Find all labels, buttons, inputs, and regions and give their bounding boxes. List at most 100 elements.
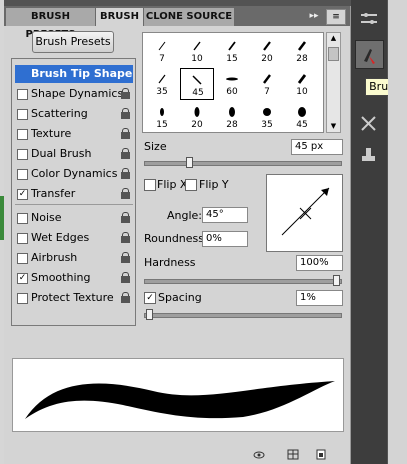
brush-option-wet-edges[interactable]: Wet Edges [15,229,133,247]
flip-y-checkbox[interactable] [185,179,197,191]
option-label: Texture [31,127,72,140]
brush-option-dual-brush[interactable]: Dual Brush [15,145,133,163]
brush-tip-size: 15 [156,120,168,130]
option-checkbox[interactable] [17,129,28,140]
brush-option-texture[interactable]: Texture [15,125,133,143]
tab-brush[interactable]: BRUSH [96,8,143,26]
brush-tip-cell[interactable]: 45 [285,101,319,133]
brush-panel-icon[interactable] [355,40,384,69]
scroll-thumb[interactable] [328,47,339,61]
spacing-slider-knob[interactable] [145,309,153,320]
panel-menu-icon[interactable]: ≡ [326,9,346,25]
angle-crosshair-icon[interactable] [267,175,342,251]
option-checkbox[interactable] [17,233,28,244]
brush-option-protect-texture[interactable]: Protect Texture [15,289,133,307]
lock-icon[interactable] [121,148,130,159]
new-preset-icon[interactable] [315,449,327,460]
options-divider [15,204,133,205]
brush-tip-cell[interactable]: 35 [145,68,179,100]
lock-icon[interactable] [121,232,130,243]
brush-tip-size: 20 [191,120,203,130]
spacing-field[interactable]: 1% [296,290,343,306]
hardness-label: Hardness [144,256,196,269]
option-checkbox[interactable] [17,169,28,180]
option-label: Dual Brush [31,147,92,160]
lock-icon[interactable] [121,212,130,223]
grid-icon[interactable] [287,449,299,460]
brush-option-color-dynamics[interactable]: Color Dynamics [15,165,133,183]
flip-y-label: Flip Y [199,178,229,191]
lock-icon[interactable] [121,128,130,139]
brush-option-shape-dynamics[interactable]: Shape Dynamics [15,85,133,103]
option-label: Smoothing [31,271,91,284]
lock-icon[interactable] [121,188,130,199]
size-label: Size [144,140,167,153]
option-label: Wet Edges [31,231,90,244]
option-checkbox[interactable] [17,149,28,160]
brush-tip-cell[interactable]: 28 [285,35,319,67]
roundness-field[interactable]: 0% [202,231,248,247]
option-checkbox[interactable] [17,109,28,120]
brush-option-transfer[interactable]: ✓ Transfer [15,185,133,203]
lock-icon[interactable] [121,252,130,263]
brush-option-brush-tip-shape[interactable]: Brush Tip Shape [15,65,133,83]
hardness-slider-knob[interactable] [333,275,340,286]
size-slider-knob[interactable] [185,157,193,168]
angle-field[interactable]: 45° [202,207,248,223]
angle-roundness-widget[interactable] [266,174,343,252]
brush-tip-size: 7 [159,54,165,64]
spacing-slider[interactable] [144,313,342,318]
collapse-icon[interactable]: ▸▸ [306,9,322,23]
spacing-checkbox[interactable]: ✓ [144,292,156,304]
option-checkbox[interactable] [17,293,28,304]
brush-tip-size: 20 [261,54,273,64]
brush-option-smoothing[interactable]: ✓ Smoothing [15,269,133,287]
brush-tip-cell[interactable]: 10 [285,68,319,100]
brush-option-scattering[interactable]: Scattering [15,105,133,123]
stroke-preview-graphic [25,381,335,419]
brush-tip-cell[interactable]: 28 [215,101,249,133]
brush-tip-cell[interactable]: 35 [250,101,284,133]
option-checkbox[interactable]: ✓ [17,189,28,200]
flip-x-checkbox[interactable] [144,179,156,191]
brush-tip-cell[interactable]: 7 [145,35,179,67]
brush-sliders-icon[interactable] [355,6,382,33]
lock-icon[interactable] [121,292,130,303]
brush-option-airbrush[interactable]: Airbrush [15,249,133,267]
brush-tip-cell[interactable]: 10 [180,35,214,67]
tools-icon[interactable] [355,110,382,137]
eye-toggle-icon[interactable] [253,449,265,460]
brush-tip-size: 10 [296,87,308,97]
scroll-up-icon[interactable]: ▲ [327,33,340,44]
lock-icon[interactable] [121,168,130,179]
option-checkbox[interactable] [17,253,28,264]
stamp-icon[interactable] [355,142,382,169]
brush-option-noise[interactable]: Noise [15,209,133,227]
angle-label: Angle: [167,209,203,222]
brush-presets-button[interactable]: Brush Presets [32,31,114,53]
lock-icon[interactable] [121,108,130,119]
brush-tip-cell[interactable]: 60 [215,68,249,100]
brush-tip-cell[interactable]: 45 [180,68,214,100]
option-label: Brush Tip Shape [31,67,133,80]
option-checkbox[interactable] [17,213,28,224]
brush-tip-cell[interactable]: 15 [215,35,249,67]
brush-tip-cell[interactable]: 20 [250,35,284,67]
lock-icon[interactable] [121,272,130,283]
lock-icon[interactable] [121,88,130,99]
brush-tip-cell[interactable]: 7 [250,68,284,100]
scroll-down-icon[interactable]: ▼ [327,121,340,132]
size-slider[interactable] [144,161,342,166]
tab-brush-presets[interactable]: BRUSH PRESETS [6,8,95,40]
brush-grid-scrollbar[interactable]: ▲ ▼ [326,32,341,133]
brush-tip-size: 10 [191,54,203,64]
option-checkbox[interactable]: ✓ [17,273,28,284]
size-field[interactable]: 45 px [291,139,343,155]
tab-clone-source[interactable]: CLONE SOURCE [144,8,234,26]
hardness-slider[interactable] [144,279,342,284]
option-checkbox[interactable] [17,89,28,100]
option-label: Scattering [31,107,88,120]
hardness-field[interactable]: 100% [296,255,343,271]
brush-tip-cell[interactable]: 15 [145,101,179,133]
brush-tip-cell[interactable]: 20 [180,101,214,133]
